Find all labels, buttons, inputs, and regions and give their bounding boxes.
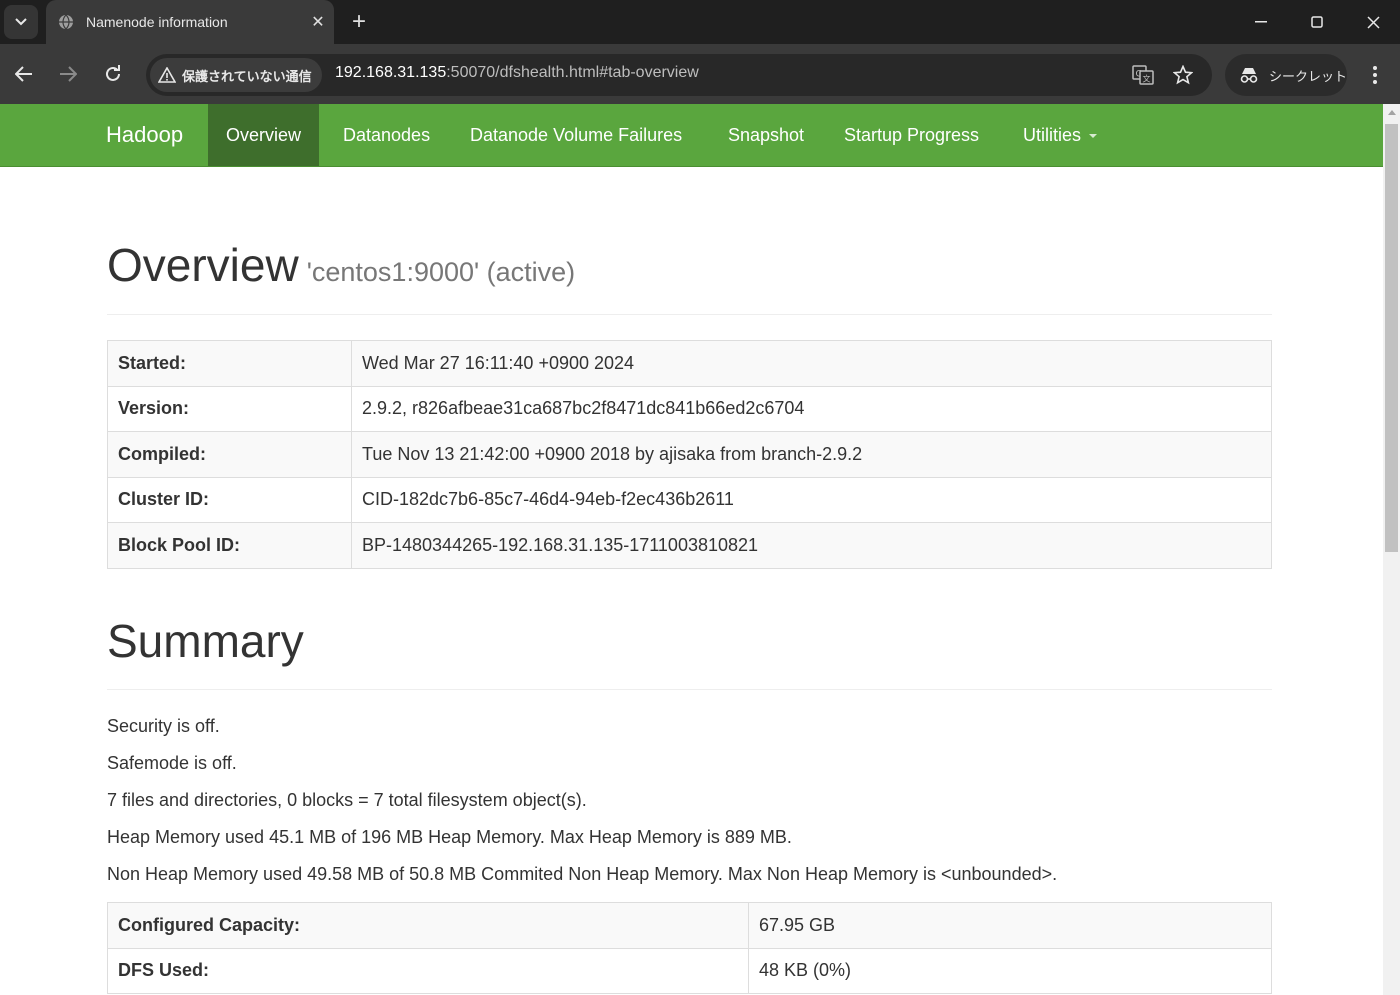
nav-datanodes[interactable]: Datanodes bbox=[325, 104, 448, 166]
row-value: BP-1480344265-192.168.31.135-17110038108… bbox=[351, 522, 1272, 569]
nav-startup-progress[interactable]: Startup Progress bbox=[826, 104, 997, 166]
browser-tab[interactable]: Namenode information ✕ bbox=[46, 0, 334, 44]
svg-text:文: 文 bbox=[1143, 74, 1151, 84]
summary-table: Configured Capacity: 67.95 GB DFS Used: 48… bbox=[107, 902, 1272, 994]
row-key: Cluster ID: bbox=[107, 476, 352, 523]
url-path: :50070/dfshealth.html#tab-overview bbox=[446, 64, 699, 81]
security-label: 保護されていない通信 bbox=[182, 68, 312, 84]
security-status: Security is off. bbox=[107, 716, 220, 736]
safemode-status: Safemode is off. bbox=[107, 753, 237, 773]
row-value: Tue Nov 13 21:42:00 +0900 2018 by ajisak… bbox=[351, 431, 1272, 478]
row-value: Wed Mar 27 16:11:40 +0900 2024 bbox=[351, 340, 1272, 387]
table-row: Cluster ID: CID-182dc7b6-85c7-46d4-94eb-f… bbox=[107, 476, 1272, 523]
filesystem-objects: 7 files and directories, 0 blocks = 7 to… bbox=[107, 790, 587, 810]
row-value: CID-182dc7b6-85c7-46d4-94eb-f2ec436b2611 bbox=[351, 476, 1272, 523]
row-key: Started: bbox=[107, 340, 352, 387]
translate-icon[interactable]: G文 bbox=[1130, 62, 1156, 88]
row-value: 48 KB (0%) bbox=[748, 947, 1272, 994]
nav-utilities[interactable]: Utilities bbox=[1005, 104, 1115, 166]
url-text[interactable]: 192.168.31.135:50070/dfshealth.html#tab-… bbox=[335, 64, 699, 82]
caret-down-icon bbox=[1089, 134, 1098, 139]
forward-arrow-icon[interactable] bbox=[52, 58, 84, 90]
incognito-label: シークレット bbox=[1269, 68, 1348, 84]
page-content: Hadoop Overview Datanodes Datanode Volum… bbox=[0, 104, 1383, 995]
nav-datanode-volume-failures[interactable]: Datanode Volume Failures bbox=[452, 104, 700, 166]
browser-tab-bar: Namenode information ✕ + bbox=[0, 0, 1400, 44]
row-key: Block Pool ID: bbox=[107, 522, 352, 569]
row-key: DFS Used: bbox=[107, 947, 749, 994]
security-indicator[interactable]: 保護されていない通信 bbox=[150, 58, 322, 92]
minimize-icon[interactable] bbox=[1233, 0, 1289, 44]
navbar-brand[interactable]: Hadoop bbox=[106, 104, 183, 166]
new-tab-icon[interactable]: + bbox=[344, 7, 374, 37]
back-arrow-icon[interactable] bbox=[8, 58, 40, 90]
tab-close-icon[interactable]: ✕ bbox=[302, 6, 334, 38]
nav-snapshot[interactable]: Snapshot bbox=[710, 104, 822, 166]
page-scrollbar[interactable] bbox=[1383, 104, 1400, 995]
nav-overview[interactable]: Overview bbox=[208, 104, 320, 166]
close-window-icon[interactable] bbox=[1345, 0, 1400, 44]
overview-heading: Overview'centos1:9000' (active) bbox=[107, 238, 575, 292]
scroll-thumb[interactable] bbox=[1385, 124, 1398, 552]
table-row: DFS Used: 48 KB (0%) bbox=[107, 947, 1272, 994]
table-row: Compiled: Tue Nov 13 21:42:00 +0900 2018 … bbox=[107, 431, 1272, 478]
reload-icon[interactable] bbox=[97, 58, 129, 90]
url-host: 192.168.31.135 bbox=[335, 64, 447, 81]
tab-search-button[interactable] bbox=[4, 5, 38, 39]
summary-heading: Summary bbox=[107, 615, 304, 667]
non-heap-memory: Non Heap Memory used 49.58 MB of 50.8 MB… bbox=[107, 864, 1058, 884]
more-menu-icon[interactable] bbox=[1360, 60, 1390, 90]
divider bbox=[107, 689, 1272, 690]
scroll-up-arrow-icon[interactable] bbox=[1383, 104, 1400, 121]
table-row: Block Pool ID: BP-1480344265-192.168.31.1… bbox=[107, 522, 1272, 569]
maximize-icon[interactable] bbox=[1289, 0, 1345, 44]
row-value: 2.9.2, r826afbeae31ca687bc2f8471dc841b66… bbox=[351, 385, 1272, 432]
nav-utilities-label: Utilities bbox=[1023, 125, 1082, 145]
tab-title: Namenode information bbox=[86, 14, 228, 30]
warning-icon bbox=[158, 67, 176, 83]
incognito-indicator[interactable]: シークレット bbox=[1225, 54, 1347, 96]
hadoop-navbar: Hadoop Overview Datanodes Datanode Volum… bbox=[0, 104, 1383, 167]
overview-title: Overview bbox=[107, 239, 299, 291]
table-row: Version: 2.9.2, r826afbeae31ca687bc2f8471… bbox=[107, 385, 1272, 432]
row-key: Compiled: bbox=[107, 431, 352, 478]
heap-memory: Heap Memory used 45.1 MB of 196 MB Heap … bbox=[107, 827, 792, 847]
table-row: Configured Capacity: 67.95 GB bbox=[107, 902, 1272, 949]
globe-icon bbox=[59, 14, 73, 30]
bookmark-star-icon[interactable] bbox=[1170, 62, 1196, 88]
chevron-down-icon bbox=[15, 18, 27, 26]
overview-table: Started: Wed Mar 27 16:11:40 +0900 2024 V… bbox=[107, 340, 1272, 569]
overview-subtitle: 'centos1:9000' (active) bbox=[306, 257, 576, 287]
table-row: Started: Wed Mar 27 16:11:40 +0900 2024 bbox=[107, 340, 1272, 387]
row-key: Configured Capacity: bbox=[107, 902, 749, 949]
incognito-icon bbox=[1240, 68, 1258, 83]
row-value: 67.95 GB bbox=[748, 902, 1272, 949]
row-key: Version: bbox=[107, 385, 352, 432]
divider bbox=[107, 314, 1272, 315]
